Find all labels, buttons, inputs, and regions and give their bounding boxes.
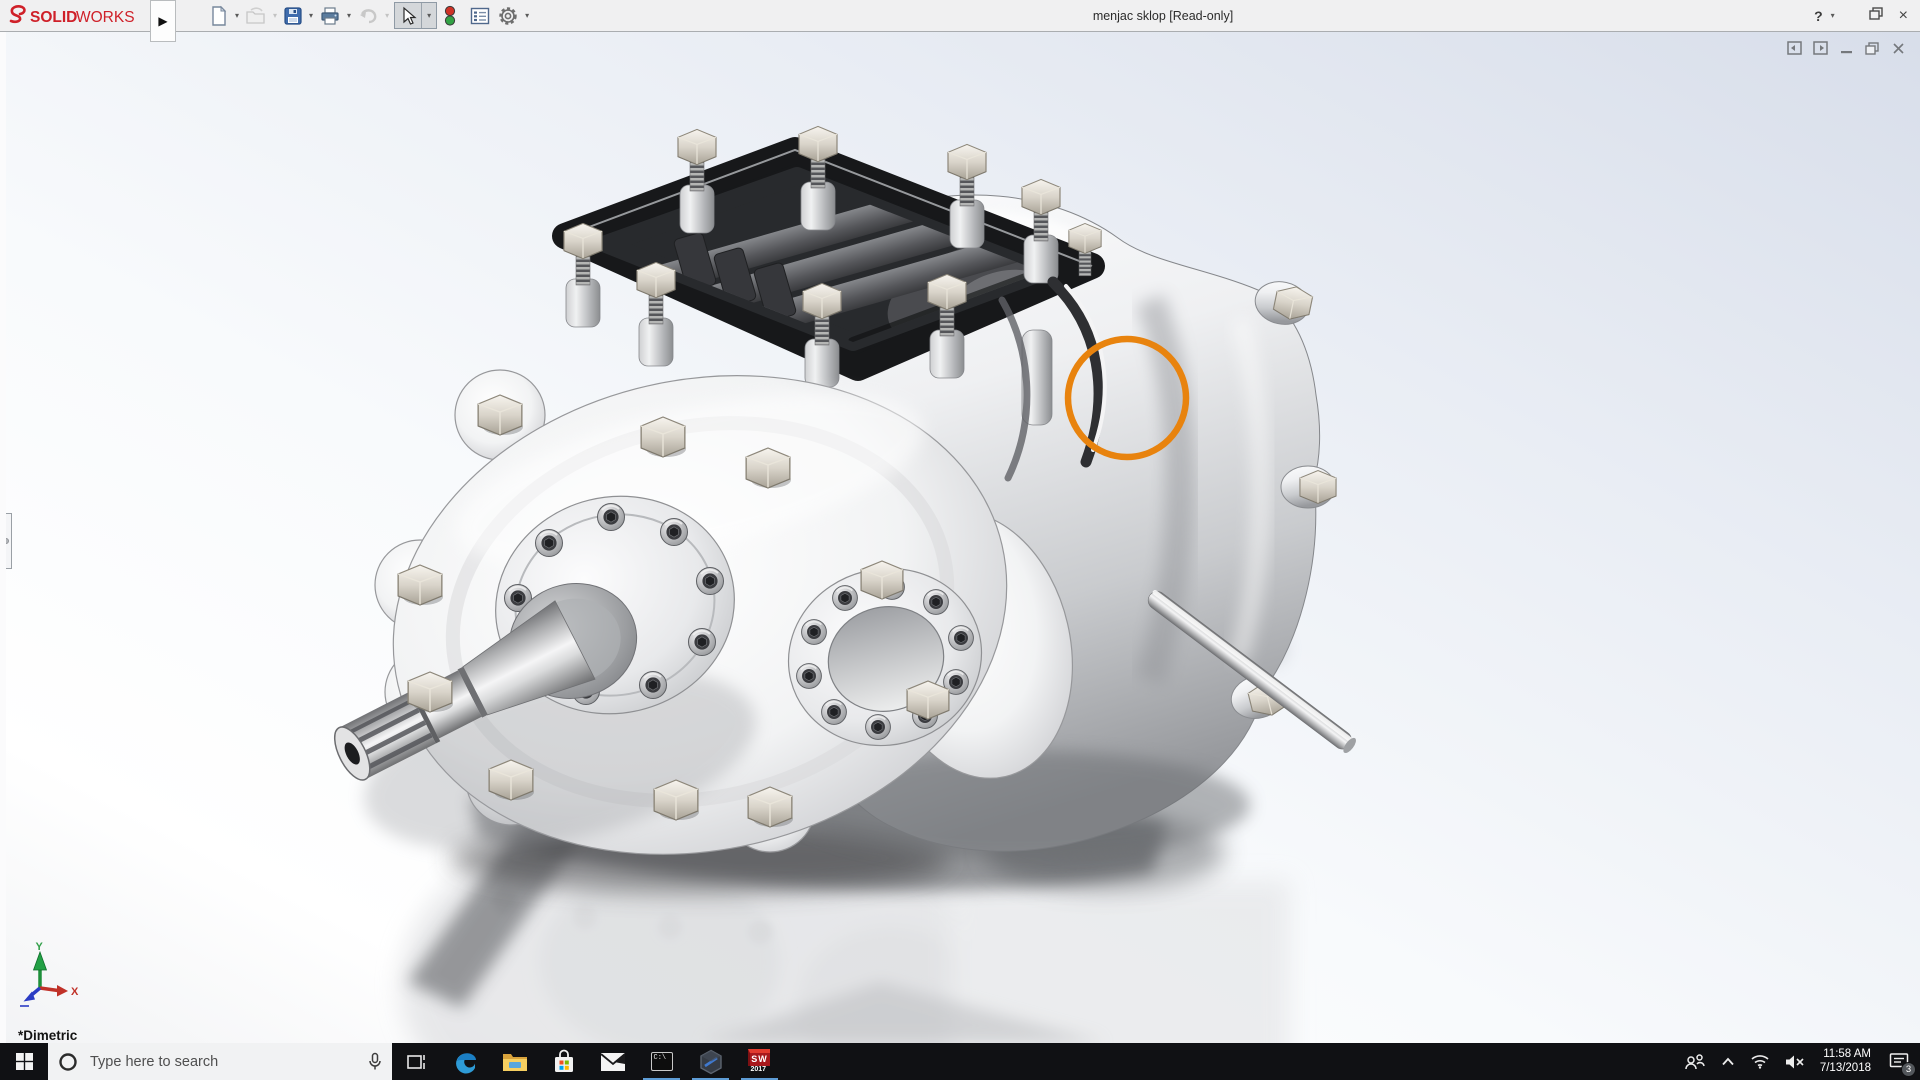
taskbar-app-mail[interactable] <box>588 1043 637 1080</box>
restore-icon <box>1868 6 1883 20</box>
people-icon[interactable] <box>1684 1053 1706 1071</box>
store-icon <box>554 1049 573 1072</box>
graphics-area[interactable]: Y X *Dimetric <box>0 32 1920 1043</box>
document-window-controls <box>1786 40 1906 56</box>
search-input[interactable] <box>88 1052 358 1071</box>
help-caret-icon[interactable]: ▾ <box>1829 11 1837 20</box>
undo-button <box>354 3 382 29</box>
microphone-icon[interactable] <box>368 1052 382 1072</box>
cortana-icon <box>59 1052 77 1071</box>
previous-window-button[interactable] <box>1786 40 1802 56</box>
taskbar-app-edge[interactable] <box>441 1043 490 1080</box>
traffic-light-icon <box>444 5 456 26</box>
file-explorer-icon <box>502 1053 527 1071</box>
panel-left-icon <box>1786 41 1802 55</box>
taskbar-app-command-prompt[interactable]: C:\ <box>637 1043 686 1080</box>
options-button[interactable] <box>494 3 522 29</box>
volume-muted-icon[interactable] <box>1785 1054 1805 1070</box>
clock-time: 11:58 AM <box>1823 1048 1871 1060</box>
new-document-icon <box>212 5 227 26</box>
select-tool-button[interactable] <box>395 3 421 29</box>
edge-icon <box>455 1052 476 1073</box>
model-canvas[interactable]: Y X <box>0 32 1920 1043</box>
save-floppy-icon <box>284 6 302 25</box>
minimize-document-button[interactable] <box>1838 40 1854 56</box>
orientation-label: *Dimetric <box>18 1028 78 1043</box>
sw-year-label: 2017 <box>750 1065 767 1073</box>
undo-arrow-icon <box>360 8 377 23</box>
document-title: menjac sklop [Read-only] <box>1092 9 1234 23</box>
minimize-icon <box>1840 51 1852 54</box>
start-button[interactable] <box>0 1043 48 1080</box>
triad-x-label: X <box>71 986 79 998</box>
taskbar-app-file-explorer[interactable] <box>490 1043 539 1080</box>
dropdown-caret-icon[interactable]: ▾ <box>233 11 241 20</box>
dassault-glyph-icon <box>9 4 26 23</box>
triad-y-label: Y <box>36 941 44 953</box>
splitter-dot-icon <box>6 538 9 544</box>
title-bar: SOLID WORKS ▶ ▾ ▾ ▾ ▾ ▾ ▾ ▾ menjac sklop… <box>0 0 1920 42</box>
taskbar-clock[interactable]: 11:58 AM 7/13/2018 <box>1820 1048 1871 1075</box>
new-document-button[interactable] <box>206 3 232 29</box>
task-view-button[interactable] <box>392 1043 441 1080</box>
restore-button[interactable] <box>1868 6 1883 25</box>
select-tool-caret[interactable]: ▾ <box>421 3 436 28</box>
dropdown-caret-icon: ▾ <box>427 11 432 20</box>
command-prompt-icon: C:\ <box>650 1052 673 1071</box>
restore-icon <box>1865 41 1879 55</box>
feature-panel-splitter-tab[interactable] <box>6 513 12 569</box>
taskbar-app-solidworks[interactable]: SW 2017 <box>735 1043 784 1080</box>
brand-text-light: WORKS <box>76 9 135 26</box>
menu-flyout-button[interactable]: ▶ <box>150 0 176 42</box>
help-button[interactable]: ? <box>1814 8 1823 24</box>
file-properties-icon <box>470 7 490 24</box>
wifi-icon[interactable] <box>1750 1054 1770 1069</box>
close-button[interactable]: × <box>1899 7 1908 24</box>
mail-icon <box>599 1052 626 1071</box>
windows-logo-icon <box>15 1053 33 1070</box>
quick-toolbar: ▾ ▾ ▾ ▾ ▾ ▾ ▾ <box>206 0 531 31</box>
next-window-button[interactable] <box>1812 40 1828 56</box>
solidworks-2017-icon: SW 2017 <box>747 1048 773 1075</box>
task-view-icon <box>406 1054 425 1069</box>
gear-icon <box>499 6 517 25</box>
taskbar: C:\ SW 2017 <box>0 1043 1920 1080</box>
open-folder-icon <box>246 6 265 24</box>
flyout-arrow-icon: ▶ <box>158 14 168 28</box>
printer-icon <box>321 6 339 25</box>
save-button[interactable] <box>280 3 306 29</box>
taskbar-app-hexagon[interactable] <box>686 1043 735 1080</box>
close-icon <box>1892 42 1904 54</box>
taskbar-search[interactable] <box>48 1043 392 1080</box>
clock-date: 7/13/2018 <box>1819 1061 1871 1074</box>
sw-cube-label: SW <box>747 1048 770 1066</box>
dropdown-caret-icon[interactable]: ▾ <box>307 11 315 20</box>
solidworks-logo: SOLID WORKS <box>8 2 146 29</box>
hexagon-app-icon <box>699 1049 722 1074</box>
dropdown-caret-icon: ▾ <box>273 11 278 20</box>
selection-filter-button[interactable] <box>440 3 460 29</box>
file-properties-button[interactable] <box>467 3 493 29</box>
restore-document-button[interactable] <box>1864 40 1880 56</box>
select-tool-group: ▾ <box>394 2 438 29</box>
dropdown-caret-icon: ▾ <box>385 11 390 20</box>
close-document-button[interactable] <box>1890 40 1906 56</box>
cursor-arrow-icon <box>403 6 417 25</box>
hidden-icons-chevron[interactable] <box>1721 1057 1735 1066</box>
open-button[interactable] <box>242 3 270 29</box>
panel-right-icon <box>1812 41 1828 55</box>
notification-badge: 3 <box>1901 1061 1916 1077</box>
dropdown-caret-icon[interactable]: ▾ <box>523 11 531 20</box>
brand-text-bold: SOLID <box>30 9 77 26</box>
window-controls: ? ▾ × <box>1814 0 1908 31</box>
system-tray: 11:58 AM 7/13/2018 3 <box>1684 1043 1920 1080</box>
dropdown-caret-icon[interactable]: ▾ <box>345 11 353 20</box>
action-center-button[interactable]: 3 <box>1886 1049 1916 1077</box>
print-button[interactable] <box>316 3 344 29</box>
taskbar-app-store[interactable] <box>539 1043 588 1080</box>
